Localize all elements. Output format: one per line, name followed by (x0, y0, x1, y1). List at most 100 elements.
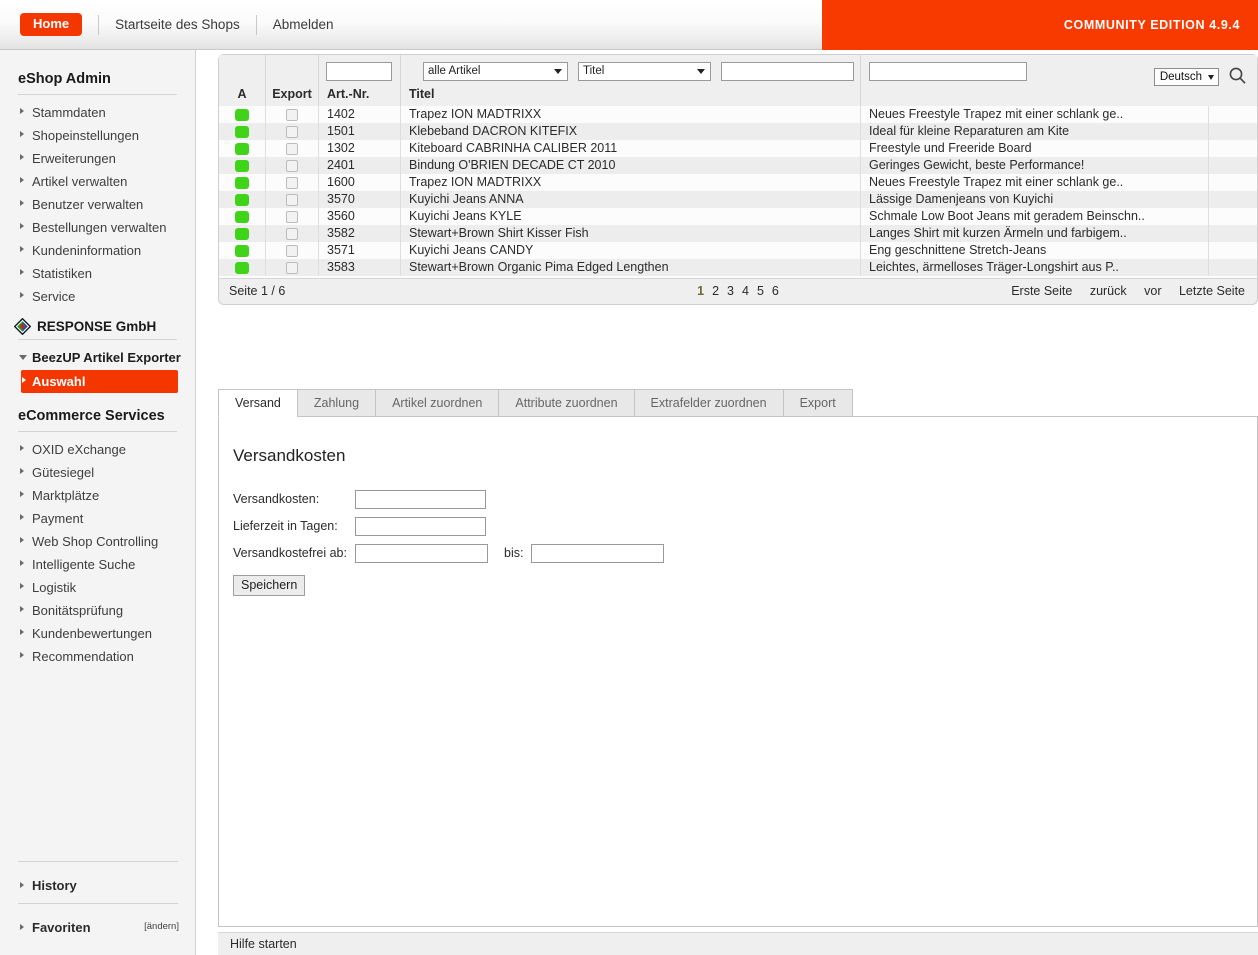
sidebar-item-service[interactable]: Service (0, 285, 195, 308)
filter-title-input[interactable] (721, 62, 854, 81)
cell-title: Kuyichi Jeans ANNA (401, 191, 861, 208)
export-checkbox[interactable] (286, 228, 298, 240)
page-number-3[interactable]: 3 (727, 284, 734, 298)
tab-attribute-zuordnen[interactable]: Attribute zuordnen (498, 389, 634, 417)
sidebar-item-bonitaetspruefung[interactable]: Bonitätsprüfung (0, 599, 195, 622)
table-row[interactable]: 1501 Klebeband DACRON KITEFIX Ideal für kl… (219, 123, 1257, 140)
column-header-active[interactable]: A (219, 55, 266, 106)
table-row[interactable]: 1302 Kiteboard CABRINHA CALIBER 2011 Frees… (219, 140, 1257, 157)
sidebar-item-label: Recommendation (32, 649, 134, 664)
article-list-body[interactable]: 1402 Trapez ION MADTRIXX Neues Freestyle T… (218, 106, 1258, 278)
language-select[interactable]: Deutsch (1153, 68, 1219, 86)
cell-artnr: 2401 (319, 157, 401, 174)
sidebar-item-kundenbewertungen[interactable]: Kundenbewertungen (0, 622, 195, 645)
start-help-link[interactable]: Hilfe starten (230, 937, 297, 951)
tab-export[interactable]: Export (782, 389, 853, 417)
table-row[interactable]: 2401 Bindung O'BRIEN DECADE CT 2010 Gering… (219, 157, 1257, 174)
table-row[interactable]: 3560 Kuyichi Jeans KYLE Schmale Low Boot J… (219, 208, 1257, 225)
lieferzeit-input[interactable] (355, 516, 486, 536)
table-row[interactable]: 3570 Kuyichi Jeans ANNA Lässige Damenjeans… (219, 191, 1257, 208)
sidebar-item-erweiterungen[interactable]: Erweiterungen (0, 147, 195, 170)
page-number-4[interactable]: 4 (742, 284, 749, 298)
sidebar-group-beezup-exporter[interactable]: BeezUP Artikel Exporter (0, 346, 195, 369)
brand-response-gmbh: RESPONSE GmbH (0, 308, 195, 339)
column-label-export: Export (272, 87, 312, 101)
tab-zahlung[interactable]: Zahlung (296, 389, 376, 417)
column-header-description[interactable]: Deutsch (861, 55, 1257, 106)
help-bar: Hilfe starten (218, 932, 1258, 955)
chevron-right-icon (20, 269, 24, 275)
cell-extra (1209, 106, 1257, 123)
table-row[interactable]: 3571 Kuyichi Jeans CANDY Eng geschnittene … (219, 242, 1257, 259)
sidebar-item-marktplaetze[interactable]: Marktplätze (0, 484, 195, 507)
next-page-link[interactable]: vor (1144, 284, 1161, 298)
export-checkbox[interactable] (286, 160, 298, 172)
sidebar-item-oxid-exchange[interactable]: OXID eXchange (0, 438, 195, 461)
sidebar-item-intelligente-suche[interactable]: Intelligente Suche (0, 553, 195, 576)
table-row[interactable]: 1600 Trapez ION MADTRIXX Neues Freestyle T… (219, 174, 1257, 191)
home-button[interactable]: Home (20, 13, 83, 36)
versandkostefrei-ab-input[interactable] (355, 543, 488, 563)
export-checkbox[interactable] (286, 126, 298, 138)
tab-extrafelder-zuordnen[interactable]: Extrafelder zuordnen (633, 389, 783, 417)
table-row[interactable]: 1402 Trapez ION MADTRIXX Neues Freestyle T… (219, 106, 1257, 123)
language-value: Deutsch (1159, 71, 1202, 83)
filter-artnr-input[interactable] (326, 62, 392, 81)
sidebar-item-stammdaten[interactable]: Stammdaten (0, 101, 195, 124)
chevron-right-icon (20, 246, 24, 252)
export-checkbox[interactable] (286, 211, 298, 223)
sidebar-item-recommendation[interactable]: Recommendation (0, 645, 195, 668)
tab-artikel-zuordnen[interactable]: Artikel zuordnen (375, 389, 499, 417)
first-page-link[interactable]: Erste Seite (1011, 284, 1072, 298)
export-checkbox[interactable] (286, 109, 298, 121)
sidebar-item-auswahl[interactable]: Auswahl (21, 370, 178, 393)
export-checkbox[interactable] (286, 194, 298, 206)
chevron-right-icon (22, 377, 26, 383)
column-header-titel[interactable]: alle Artikel Titel Titel (401, 55, 861, 106)
filter-category-select[interactable]: alle Artikel (423, 62, 568, 81)
sidebar-item-label: Web Shop Controlling (32, 534, 159, 549)
last-page-link[interactable]: Letzte Seite (1179, 284, 1245, 298)
page-number-1[interactable]: 1 (697, 284, 704, 298)
sidebar-item-benutzer-verwalten[interactable]: Benutzer verwalten (0, 193, 195, 216)
versandkosten-input[interactable] (355, 489, 486, 509)
sidebar-item-shopeinstellungen[interactable]: Shopeinstellungen (0, 124, 195, 147)
sidebar-item-payment[interactable]: Payment (0, 507, 195, 530)
export-checkbox[interactable] (286, 177, 298, 189)
cell-extra (1209, 123, 1257, 140)
table-row[interactable]: 3583 Stewart+Brown Organic Pima Edged Len… (219, 259, 1257, 276)
shop-homepage-link[interactable]: Startseite des Shops (115, 17, 240, 32)
sidebar-item-label: Benutzer verwalten (32, 197, 144, 212)
search-icon[interactable] (1228, 66, 1247, 88)
versandkostefrei-bis-input[interactable] (531, 543, 665, 563)
page-number-5[interactable]: 5 (757, 284, 764, 298)
sidebar-item-artikel-verwalten[interactable]: Artikel verwalten (0, 170, 195, 193)
page-number-2[interactable]: 2 (712, 284, 719, 298)
table-row[interactable]: 3582 Stewart+Brown Shirt Kisser Fish Lange… (219, 225, 1257, 242)
save-button[interactable]: Speichern (233, 575, 306, 596)
export-checkbox[interactable] (286, 262, 298, 274)
sidebar-item-logistik[interactable]: Logistik (0, 576, 195, 599)
column-header-export[interactable]: Export (266, 55, 319, 106)
sidebar-item-statistiken[interactable]: Statistiken (0, 262, 195, 285)
sidebar-item-web-shop-controlling[interactable]: Web Shop Controlling (0, 530, 195, 553)
page-number-6[interactable]: 6 (772, 284, 779, 298)
prev-page-link[interactable]: zurück (1090, 284, 1127, 298)
column-header-artnr[interactable]: Art.-Nr. (319, 55, 401, 106)
favorites-edit-link[interactable]: [ändern] (144, 921, 179, 932)
sidebar-item-history[interactable]: History (0, 868, 195, 903)
export-checkbox[interactable] (286, 143, 298, 155)
sidebar-item-guetesiegel[interactable]: Gütesiegel (0, 461, 195, 484)
sidebar-item-kundeninformation[interactable]: Kundeninformation (0, 239, 195, 262)
export-checkbox[interactable] (286, 245, 298, 257)
logout-link[interactable]: Abmelden (273, 17, 334, 32)
sidebar-item-favoriten[interactable]: Favoriten [ändern] (0, 910, 195, 945)
filter-field-value: Titel (583, 65, 605, 77)
filter-field-select[interactable]: Titel (578, 62, 711, 81)
chevron-down-icon (697, 69, 705, 74)
filter-description-input[interactable] (869, 62, 1027, 81)
cell-artnr: 1600 (319, 174, 401, 191)
tab-versand[interactable]: Versand (218, 389, 297, 417)
sidebar-item-bestellungen-verwalten[interactable]: Bestellungen verwalten (0, 216, 195, 239)
chevron-right-icon (20, 924, 24, 930)
